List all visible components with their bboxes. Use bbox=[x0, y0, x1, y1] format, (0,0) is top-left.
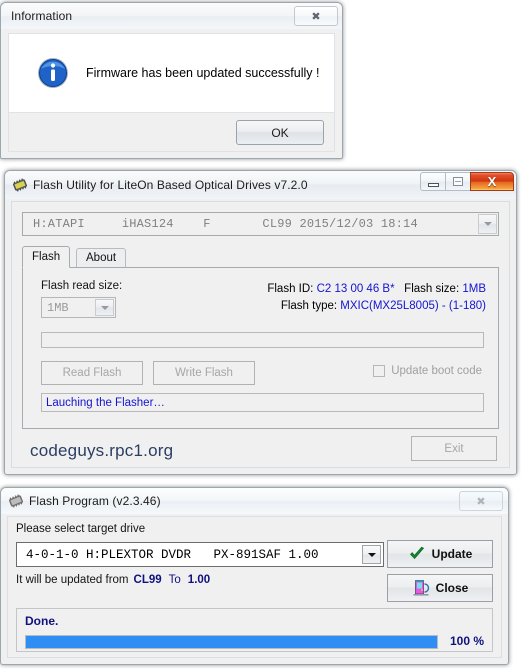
update-boot-code-label: Update boot code bbox=[391, 365, 482, 377]
window-controls: X bbox=[420, 172, 514, 191]
flash-utility-title: Flash Utility for LiteOn Based Optical D… bbox=[33, 178, 308, 192]
flash-type-row: Flash type: MXIC(MX25L8005) - (1-180) bbox=[23, 298, 486, 315]
information-dialog: Information ✖ Firmware has been updated … bbox=[0, 2, 343, 159]
write-flash-button[interactable]: Write Flash bbox=[153, 361, 255, 385]
minimize-button[interactable] bbox=[420, 172, 446, 191]
flash-utility-client-area: H:ATAPI iHAS124 F CL99 2015/12/03 18:14 … bbox=[11, 201, 510, 468]
update-button[interactable]: Update bbox=[387, 540, 493, 568]
close-icon: X bbox=[487, 174, 497, 189]
progress-bar-fill bbox=[26, 636, 437, 648]
update-from-version: CL99 bbox=[133, 574, 162, 586]
status-bar: Lauching the Flasher… bbox=[41, 393, 484, 412]
chevron-down-icon bbox=[483, 222, 492, 226]
flash-info-block: Flash ID: C2 13 00 46 B* Flash size: 1MB… bbox=[23, 281, 486, 315]
close-button-label: Close bbox=[435, 581, 469, 595]
target-drive-combo[interactable]: 4-0-1-0 H:PLEXTOR DVDR PX-891SAF 1.00 bbox=[16, 542, 384, 567]
flash-progress-bar bbox=[41, 332, 484, 348]
update-from-prefix: It will be updated from bbox=[16, 574, 129, 586]
update-boot-code-checkbox[interactable]: Update boot code bbox=[373, 365, 482, 377]
flash-program-window: Flash Program (v2.3.46) ✖ Please select … bbox=[0, 487, 509, 665]
flash-id-value: C2 13 00 46 B* bbox=[316, 283, 395, 295]
flash-program-title: Flash Program (v2.3.46) bbox=[29, 494, 161, 508]
information-dialog-body: Firmware has been updated successfully ! bbox=[8, 33, 335, 113]
update-button-label: Update bbox=[431, 547, 473, 561]
checkbox-box-icon bbox=[373, 365, 386, 377]
progress-bar-track bbox=[25, 635, 438, 649]
chip-icon bbox=[13, 178, 27, 192]
information-dialog-footer: OK bbox=[8, 113, 335, 152]
close-button[interactable]: ✖ bbox=[459, 491, 503, 511]
minimize-icon bbox=[427, 182, 439, 187]
exit-button[interactable]: Exit bbox=[411, 436, 497, 461]
flash-id-label: Flash ID: bbox=[267, 283, 314, 295]
close-icon: ✖ bbox=[311, 9, 321, 23]
flash-id-row: Flash ID: C2 13 00 46 B* Flash size: 1MB bbox=[23, 281, 486, 298]
information-message: Firmware has been updated successfully ! bbox=[86, 66, 320, 80]
tab-flash[interactable]: Flash bbox=[22, 246, 71, 268]
select-target-drive-label: Please select target drive bbox=[16, 523, 146, 535]
target-drive-value: 4-0-1-0 H:PLEXTOR DVDR PX-891SAF 1.00 bbox=[26, 547, 319, 562]
drive-select-combo[interactable]: H:ATAPI iHAS124 F CL99 2015/12/03 18:14 bbox=[22, 212, 499, 236]
update-to-word: To bbox=[168, 574, 181, 586]
flash-program-client-area: Please select target drive 4-0-1-0 H:PLE… bbox=[7, 516, 502, 658]
drive-select-dropdown-button[interactable] bbox=[478, 214, 497, 234]
ok-button[interactable]: OK bbox=[236, 120, 324, 145]
progress-status-text: Done. bbox=[25, 614, 59, 628]
progress-panel: Done. 100 % bbox=[16, 608, 493, 652]
read-flash-button[interactable]: Read Flash bbox=[41, 361, 143, 385]
close-icon: ✖ bbox=[476, 494, 486, 508]
flash-size-label: Flash size: bbox=[404, 283, 460, 295]
exit-door-icon bbox=[413, 580, 429, 596]
flash-utility-window: Flash Utility for LiteOn Based Optical D… bbox=[4, 170, 517, 475]
chip-icon bbox=[9, 494, 23, 508]
flash-size-value: 1MB bbox=[462, 283, 486, 295]
information-icon bbox=[35, 57, 69, 89]
target-drive-dropdown-button[interactable] bbox=[362, 545, 381, 564]
chevron-down-icon bbox=[367, 552, 376, 557]
green-check-icon bbox=[409, 546, 424, 559]
status-text: Lauching the Flasher… bbox=[46, 396, 165, 409]
progress-percent-label: 100 % bbox=[449, 634, 484, 648]
maximize-icon bbox=[453, 177, 463, 186]
drive-select-value: H:ATAPI iHAS124 F CL99 2015/12/03 18:14 bbox=[33, 217, 418, 231]
information-dialog-titlebar[interactable]: Information ✖ bbox=[1, 3, 342, 29]
tab-about[interactable]: About bbox=[76, 248, 127, 267]
information-dialog-title: Information bbox=[11, 9, 73, 23]
close-button[interactable]: ✖ bbox=[294, 6, 338, 26]
flash-tab-panel: Flash read size: 1MB Flash ID: C2 13 00 … bbox=[22, 267, 499, 429]
flash-type-label: Flash type: bbox=[280, 300, 338, 312]
close-program-button[interactable]: Close bbox=[387, 574, 493, 602]
maximize-button[interactable] bbox=[445, 172, 471, 191]
update-version-line: It will be updated from CL99 To 1.00 bbox=[16, 574, 215, 586]
watermark: codeguys.rpc1.org bbox=[30, 441, 174, 460]
flash-utility-titlebar[interactable]: Flash Utility for LiteOn Based Optical D… bbox=[5, 171, 516, 199]
tabstrip: Flash About bbox=[22, 246, 499, 268]
update-to-version: 1.00 bbox=[187, 574, 211, 586]
flash-program-titlebar[interactable]: Flash Program (v2.3.46) ✖ bbox=[1, 488, 508, 514]
close-button[interactable]: X bbox=[470, 172, 514, 191]
flash-type-value: MXIC(MX25L8005) - (1-180) bbox=[340, 300, 486, 312]
